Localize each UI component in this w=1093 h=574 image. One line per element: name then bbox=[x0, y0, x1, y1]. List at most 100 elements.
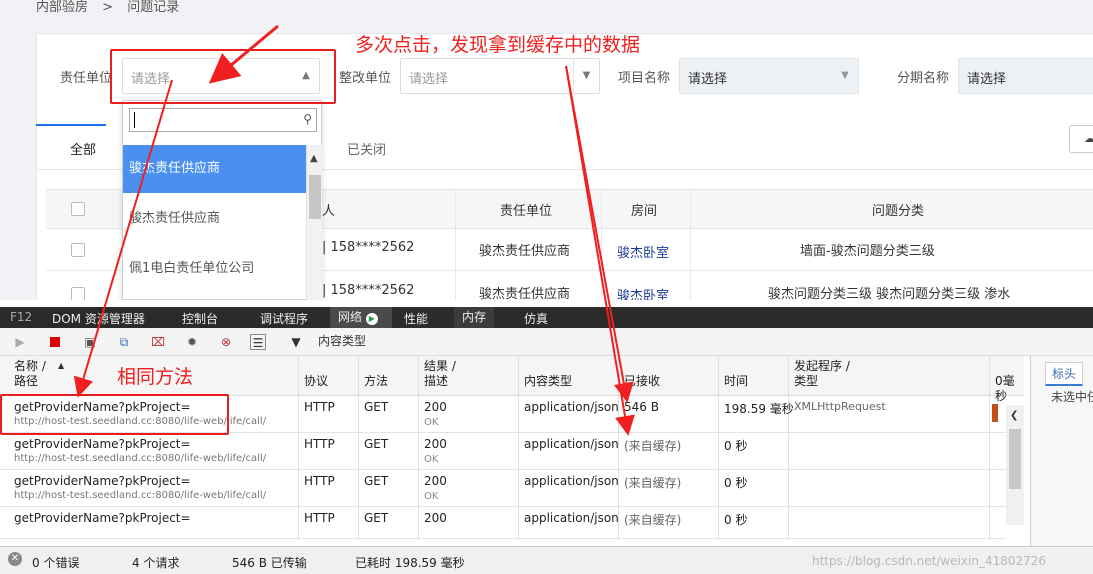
status-elapsed: 已耗时 198.59 毫秒 bbox=[355, 556, 465, 570]
scrollbar-thumb[interactable] bbox=[1009, 429, 1021, 489]
project-name-select[interactable]: 请选择 ▼ bbox=[679, 58, 859, 94]
request-content-type: application/json bbox=[524, 437, 619, 451]
devtools-tab-emulation[interactable]: 仿真 bbox=[524, 310, 548, 327]
request-time: 0 秒 bbox=[724, 439, 748, 453]
column-result[interactable]: 结果 / 描述 bbox=[424, 359, 456, 389]
filter-funnel-icon[interactable]: ▼ bbox=[288, 334, 304, 350]
request-protocol: HTTP bbox=[304, 400, 335, 414]
devtools-tab-memory[interactable]: 内存 bbox=[454, 307, 495, 328]
column-method[interactable]: 方法 bbox=[364, 374, 388, 389]
scroll-up-icon[interactable]: ❮ bbox=[1010, 410, 1018, 421]
dropdown-option[interactable]: 佩1电白责任单位公司 bbox=[123, 245, 306, 293]
annotation-box-select bbox=[110, 49, 336, 104]
cell-category: 墙面-骏杰问题分类三级 bbox=[800, 244, 935, 259]
request-content-type: application/json bbox=[524, 511, 619, 525]
status-errors[interactable]: 0 个错误 bbox=[32, 554, 79, 571]
select-all-checkbox[interactable] bbox=[71, 202, 85, 216]
column-received[interactable]: 已接收 bbox=[624, 374, 660, 389]
dropdown-scrollbar[interactable]: ▲ bbox=[306, 145, 322, 300]
select-placeholder: 请选择 bbox=[409, 72, 449, 87]
dropdown-option[interactable]: 骏杰责任供应商 bbox=[123, 195, 306, 243]
filter-label-project: 项目名称 bbox=[618, 71, 671, 86]
dropdown-search-input[interactable]: ⚲ bbox=[129, 108, 317, 132]
row-checkbox[interactable] bbox=[71, 287, 85, 300]
devtools-status-bar: ✕ 0 个错误 4 个请求 546 B 已传输 已耗时 198.59 毫秒 ht… bbox=[0, 546, 1093, 574]
responsible-unit-dropdown: ⚲ 骏杰责任供应商 骏杰责任供应商 佩1电白责任单位公司 ▲ bbox=[122, 100, 322, 300]
cell-room[interactable]: 骏杰卧室 bbox=[617, 242, 669, 261]
filter-list-icon[interactable]: ☰ bbox=[250, 334, 266, 350]
request-time: 0 秒 bbox=[724, 476, 748, 490]
column-content-type[interactable]: 内容类型 bbox=[524, 374, 572, 389]
error-icon: ✕ bbox=[8, 552, 22, 566]
phase-name-select[interactable]: 请选择 bbox=[958, 58, 1093, 94]
request-details-panel: 标头 未选中任 bbox=[1030, 356, 1093, 546]
column-divider bbox=[601, 189, 602, 300]
network-request-row[interactable]: getProviderName?pkProject= HTTP GET 200 … bbox=[0, 507, 1006, 539]
tab-all[interactable]: 全部 bbox=[70, 139, 96, 158]
play-icon[interactable]: ▶ bbox=[12, 334, 28, 350]
select-placeholder: 请选择 bbox=[688, 72, 728, 87]
devtools-tab-dom[interactable]: DOM 资源管理器 bbox=[52, 310, 145, 327]
copy-icon[interactable]: ⧉ bbox=[116, 334, 132, 350]
column-time[interactable]: 时间 bbox=[724, 374, 748, 389]
request-status: 200 bbox=[424, 437, 447, 451]
rectify-unit-select[interactable]: 请选择 ▼ bbox=[400, 58, 600, 94]
filter-label-phase: 分期名称 bbox=[897, 71, 950, 86]
request-path: http://host-test.seedland.cc:8080/life-w… bbox=[14, 453, 267, 464]
request-initiator: XMLHttpRequest bbox=[794, 400, 886, 413]
content-type-filter[interactable]: 内容类型 bbox=[318, 332, 366, 349]
cell-category: 骏杰问题分类三级 骏杰问题分类三级 渗水 bbox=[768, 287, 1011, 300]
devtools-tab-console[interactable]: 控制台 bbox=[182, 310, 218, 327]
clear-cookies-icon[interactable]: ⊗ bbox=[218, 334, 234, 350]
tab-closed[interactable]: 已关闭 bbox=[347, 139, 386, 158]
request-protocol: HTTP bbox=[304, 511, 335, 525]
scroll-up-icon[interactable]: ▲ bbox=[310, 153, 318, 164]
request-status: 200 bbox=[424, 474, 447, 488]
cell-room[interactable]: 骏杰卧室 bbox=[617, 285, 669, 300]
request-method: GET bbox=[364, 474, 389, 488]
column-name-path[interactable]: 名称 / 路径 bbox=[14, 359, 46, 389]
select-placeholder: 请选择 bbox=[967, 72, 1007, 87]
request-name: getProviderName?pkProject= bbox=[14, 511, 191, 525]
request-status: 200 bbox=[424, 400, 447, 414]
clear-icon[interactable]: ⌧ bbox=[150, 334, 166, 350]
export-button[interactable]: ☁ bbox=[1069, 125, 1093, 153]
status-transferred: 546 B 已传输 bbox=[232, 556, 307, 570]
column-protocol[interactable]: 协议 bbox=[304, 374, 328, 389]
scrollbar-thumb[interactable] bbox=[309, 175, 321, 219]
devtools-tab-bar: F12 DOM 资源管理器 控制台 调试程序 网络 ▶ 性能 内存 仿真 bbox=[0, 307, 1093, 328]
request-path: http://host-test.seedland.cc:8080/life-w… bbox=[14, 490, 267, 501]
network-vertical-scrollbar[interactable]: ❮ bbox=[1006, 405, 1024, 525]
request-status: 200 bbox=[424, 511, 447, 525]
clear-cache-icon[interactable]: ✹ bbox=[184, 334, 200, 350]
devtools-tab-performance[interactable]: 性能 bbox=[404, 310, 428, 327]
breadcrumb-item[interactable]: 内部验房 bbox=[36, 0, 88, 15]
cell-phone: | 158****2562 bbox=[322, 240, 415, 255]
stop-icon[interactable] bbox=[50, 337, 60, 347]
column-header-person: 人 bbox=[322, 204, 336, 219]
request-time: 0 秒 bbox=[724, 513, 748, 527]
devtools-tab-debugger[interactable]: 调试程序 bbox=[260, 310, 308, 327]
devtools-panel: F12 DOM 资源管理器 控制台 调试程序 网络 ▶ 性能 内存 仿真 ▶ ▣… bbox=[0, 307, 1093, 574]
row-checkbox[interactable] bbox=[71, 243, 85, 257]
breadcrumb-separator: > bbox=[102, 0, 114, 15]
column-divider bbox=[455, 189, 456, 300]
devtools-tab-network[interactable]: 网络 ▶ bbox=[330, 307, 392, 328]
network-request-row[interactable]: getProviderName?pkProject= http://host-t… bbox=[0, 470, 1006, 507]
request-status-desc: OK bbox=[424, 417, 439, 428]
export-icon[interactable]: ▣ bbox=[82, 334, 98, 350]
column-initiator[interactable]: 发起程序 / 类型 bbox=[794, 359, 850, 389]
request-received: (来自缓存) bbox=[624, 439, 682, 453]
column-header-room: 房间 bbox=[631, 204, 658, 219]
request-name: getProviderName?pkProject= bbox=[14, 474, 191, 488]
network-request-row[interactable]: getProviderName?pkProject= http://host-t… bbox=[0, 433, 1006, 470]
details-tab-headers[interactable]: 标头 bbox=[1045, 362, 1084, 386]
timeline-bar bbox=[992, 404, 998, 422]
request-protocol: HTTP bbox=[304, 474, 335, 488]
annotation-text-same-method: 相同方法 bbox=[117, 366, 194, 388]
breadcrumb-item: 问题记录 bbox=[127, 0, 180, 15]
request-content-type: application/json bbox=[524, 400, 619, 414]
cell-unit: 骏杰责任供应商 bbox=[479, 244, 571, 259]
cloud-icon: ☁ bbox=[1084, 132, 1093, 145]
dropdown-option[interactable]: 骏杰责任供应商 bbox=[123, 145, 306, 193]
